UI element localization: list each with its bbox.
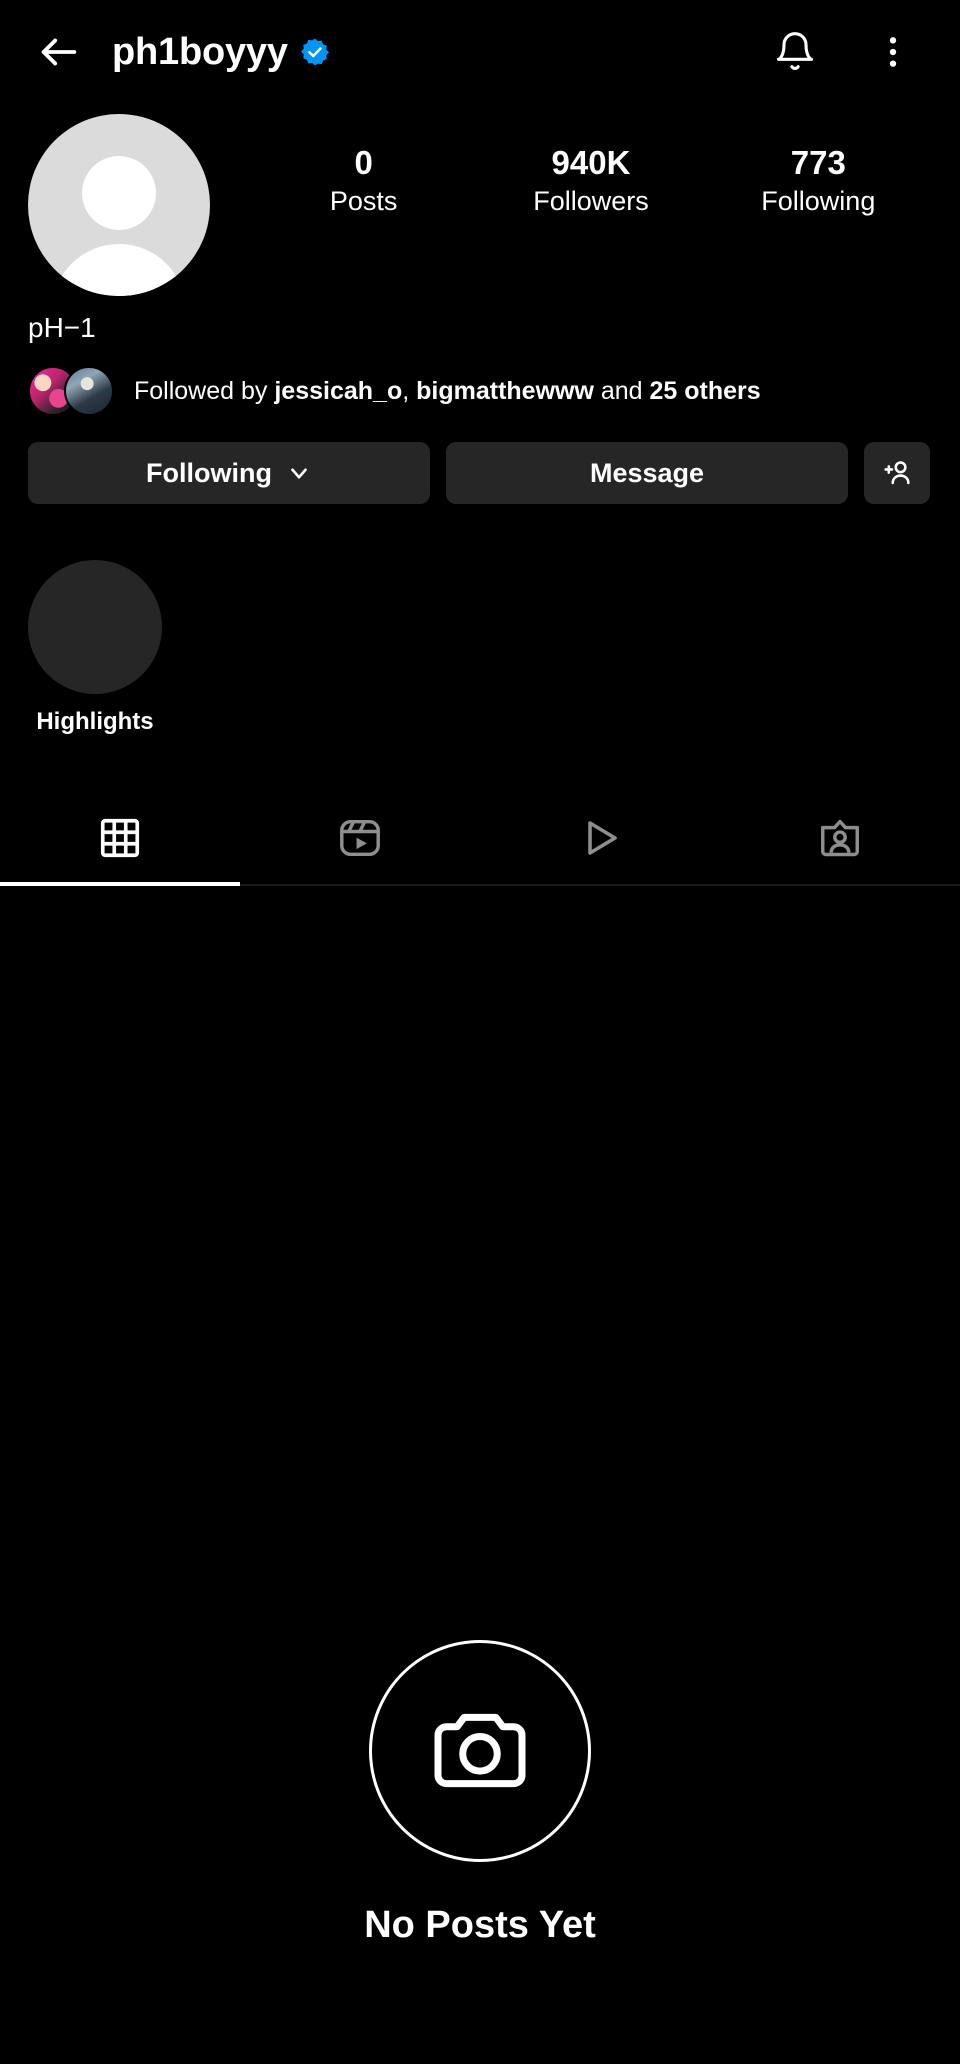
- following-button[interactable]: Following: [28, 442, 430, 504]
- profile-stats: 0 Posts 940K Followers 773 Following: [250, 114, 932, 220]
- stat-posts-label: Posts: [329, 186, 398, 217]
- add-person-icon: [884, 461, 910, 485]
- facepile: [28, 366, 114, 416]
- following-button-label: Following: [146, 457, 272, 488]
- story-highlights: Highlights: [0, 504, 960, 736]
- chevron-down-icon: [291, 468, 307, 479]
- avatar-head-shape: [82, 156, 156, 230]
- bell-icon: [776, 32, 814, 70]
- tagged-person-icon: [821, 819, 859, 857]
- reels-icon: [340, 819, 380, 857]
- avatar[interactable]: [28, 114, 210, 296]
- app-header: ph1boyyy: [0, 0, 960, 104]
- display-name: pH−1: [28, 312, 96, 343]
- highlight-thumbnail: [28, 560, 162, 694]
- stat-followers-value: 940K: [551, 144, 631, 181]
- followed-by-name-1: jessicah_o: [274, 376, 403, 405]
- followed-by-name-2: bigmatthewww: [416, 376, 594, 405]
- camera-icon: [434, 1713, 526, 1788]
- notifications-button[interactable]: [768, 25, 822, 79]
- facepile-avatar-2: [64, 366, 114, 416]
- stat-following[interactable]: 773 Following: [705, 142, 932, 220]
- page-title: ph1boyyy: [112, 30, 288, 73]
- avatar-body-shape: [52, 244, 186, 296]
- tab-videos[interactable]: [480, 790, 720, 886]
- followed-by-prefix: Followed by: [134, 376, 275, 405]
- empty-state-title: No Posts Yet: [364, 1904, 596, 1946]
- followed-by-conjunction: and: [593, 376, 650, 405]
- followed-by-separator: ,: [402, 376, 417, 405]
- profile-tabs: [0, 790, 960, 886]
- stat-followers-label: Followers: [533, 186, 649, 217]
- tab-tagged[interactable]: [720, 790, 960, 886]
- stat-following-label: Following: [761, 186, 876, 217]
- arrow-left-icon: [41, 38, 77, 66]
- highlight-label: Highlights: [36, 708, 154, 735]
- add-user-button[interactable]: [864, 442, 930, 504]
- stat-following-value: 773: [790, 144, 846, 181]
- stat-posts-value: 0: [354, 144, 373, 181]
- message-button-label: Message: [589, 457, 705, 488]
- grid-icon: [100, 818, 140, 858]
- stat-posts[interactable]: 0 Posts: [250, 142, 477, 220]
- more-options-button[interactable]: [866, 25, 920, 79]
- tab-grid[interactable]: [0, 790, 240, 886]
- empty-state-icon-circle: [369, 1640, 591, 1862]
- header-actions: [768, 25, 920, 79]
- stat-followers[interactable]: 940K Followers: [477, 142, 704, 220]
- play-icon: [588, 821, 617, 855]
- followed-by-others: 25 others: [649, 376, 761, 405]
- empty-state: No Posts Yet: [0, 1640, 960, 1947]
- active-tab-underline: [0, 882, 240, 886]
- more-vertical-icon: [889, 37, 897, 67]
- back-button[interactable]: [28, 21, 90, 83]
- tab-reels[interactable]: [240, 790, 480, 886]
- profile-summary: 0 Posts 940K Followers 773 Following: [0, 104, 960, 296]
- verified-badge-icon: [300, 38, 329, 66]
- highlight-item[interactable]: Highlights: [28, 560, 162, 736]
- followed-by-text: Followed by jessicah_o, bigmatthewww and…: [134, 375, 761, 408]
- profile-action-buttons: Following Message: [0, 416, 960, 504]
- header-title-group: ph1boyyy: [112, 31, 768, 74]
- message-button[interactable]: Message: [446, 442, 848, 504]
- instagram-profile-screen: ph1boyyy 0 Posts 940K Followers 773 Foll…: [0, 0, 960, 2064]
- followed-by-row[interactable]: Followed by jessicah_o, bigmatthewww and…: [0, 344, 960, 416]
